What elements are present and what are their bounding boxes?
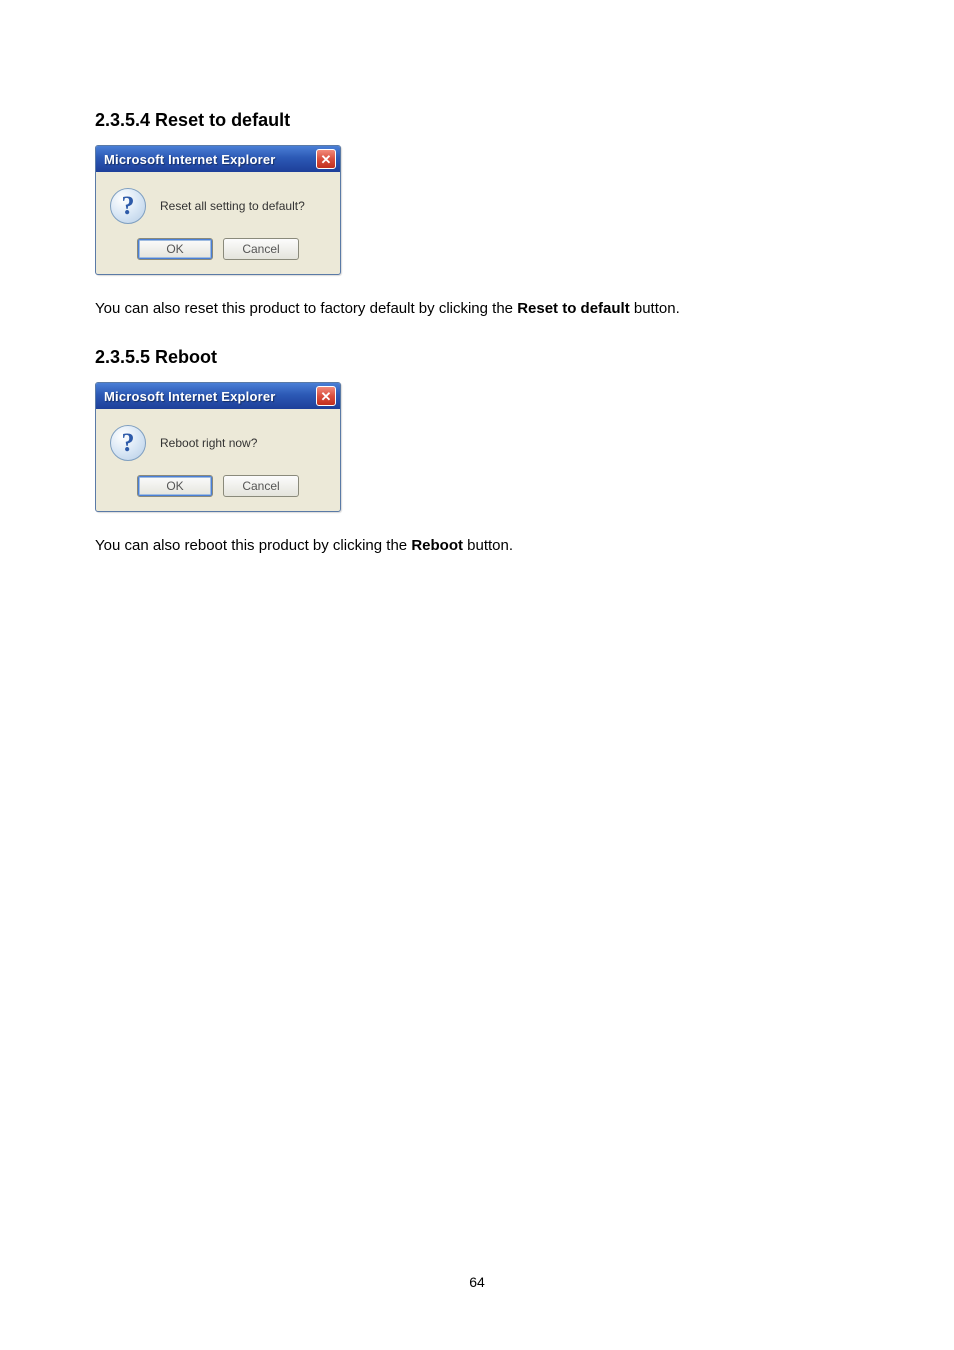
text-bold: Reboot bbox=[411, 537, 463, 554]
heading-reset-to-default: 2.3.5.4 Reset to default bbox=[95, 110, 859, 131]
cancel-button[interactable]: Cancel bbox=[223, 238, 299, 260]
dialog-titlebar: Microsoft Internet Explorer ✕ bbox=[96, 383, 340, 409]
text-run: You can also reset this product to facto… bbox=[95, 300, 517, 317]
dialog-body: ? Reset all setting to default? bbox=[96, 172, 340, 234]
dialog-body: ? Reboot right now? bbox=[96, 409, 340, 471]
dialog-title: Microsoft Internet Explorer bbox=[104, 152, 316, 167]
dialog-message: Reset all setting to default? bbox=[160, 199, 305, 213]
dialog-button-row: OK Cancel bbox=[96, 234, 340, 274]
close-icon: ✕ bbox=[321, 153, 332, 166]
dialog-title: Microsoft Internet Explorer bbox=[104, 389, 316, 404]
paragraph-reboot: You can also reboot this product by clic… bbox=[95, 536, 859, 556]
ok-button[interactable]: OK bbox=[137, 475, 213, 497]
question-glyph: ? bbox=[122, 430, 135, 456]
ok-button[interactable]: OK bbox=[137, 238, 213, 260]
dialog-reset: Microsoft Internet Explorer ✕ ? Reset al… bbox=[95, 145, 341, 275]
close-button[interactable]: ✕ bbox=[316, 386, 336, 406]
document-page: 2.3.5.4 Reset to default Microsoft Inter… bbox=[0, 0, 954, 1350]
cancel-button[interactable]: Cancel bbox=[223, 475, 299, 497]
text-run: button. bbox=[630, 300, 680, 317]
paragraph-reset: You can also reset this product to facto… bbox=[95, 299, 859, 319]
text-run: button. bbox=[463, 537, 513, 554]
close-icon: ✕ bbox=[321, 390, 332, 403]
page-number: 64 bbox=[0, 1274, 954, 1290]
close-button[interactable]: ✕ bbox=[316, 149, 336, 169]
question-icon: ? bbox=[110, 188, 146, 224]
dialog-button-row: OK Cancel bbox=[96, 471, 340, 511]
text-run: You can also reboot this product by clic… bbox=[95, 537, 411, 554]
question-icon: ? bbox=[110, 425, 146, 461]
question-glyph: ? bbox=[122, 193, 135, 219]
heading-reboot: 2.3.5.5 Reboot bbox=[95, 347, 859, 368]
dialog-message: Reboot right now? bbox=[160, 436, 257, 450]
dialog-titlebar: Microsoft Internet Explorer ✕ bbox=[96, 146, 340, 172]
text-bold: Reset to default bbox=[517, 300, 630, 317]
dialog-reboot: Microsoft Internet Explorer ✕ ? Reboot r… bbox=[95, 382, 341, 512]
